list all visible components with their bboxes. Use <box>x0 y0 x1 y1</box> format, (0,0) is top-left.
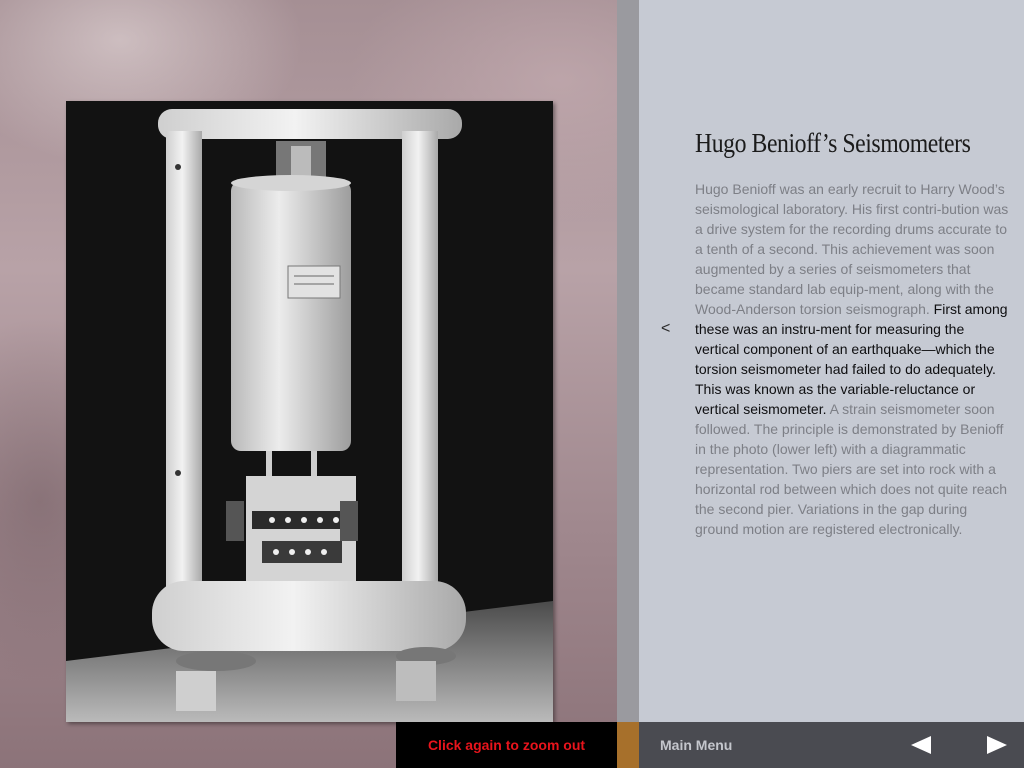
chevron-left-icon[interactable]: < <box>661 320 670 338</box>
seismometer-photo[interactable] <box>66 101 553 722</box>
divider-strip <box>617 0 639 722</box>
zoom-out-button[interactable]: Click again to zoom out <box>396 722 617 768</box>
bottom-bar: Click again to zoom out Main Menu <box>0 722 1024 768</box>
triangle-right-icon[interactable] <box>985 735 1009 755</box>
navigation-bar: Main Menu <box>639 722 1024 768</box>
outro-text: A strain seismometer soon followed. The … <box>695 401 1008 537</box>
page-title: Hugo Benioff’s Seismometers <box>695 128 971 158</box>
triangle-left-icon[interactable] <box>909 735 933 755</box>
article-body: Hugo Benioff was an early recruit to Har… <box>695 179 1011 539</box>
highlighted-text: First among these was an instru-ment for… <box>695 301 1008 417</box>
intro-text: Hugo Benioff was an early recruit to Har… <box>695 181 1009 317</box>
main-menu-button[interactable]: Main Menu <box>660 722 732 768</box>
accent-strip <box>617 722 639 768</box>
